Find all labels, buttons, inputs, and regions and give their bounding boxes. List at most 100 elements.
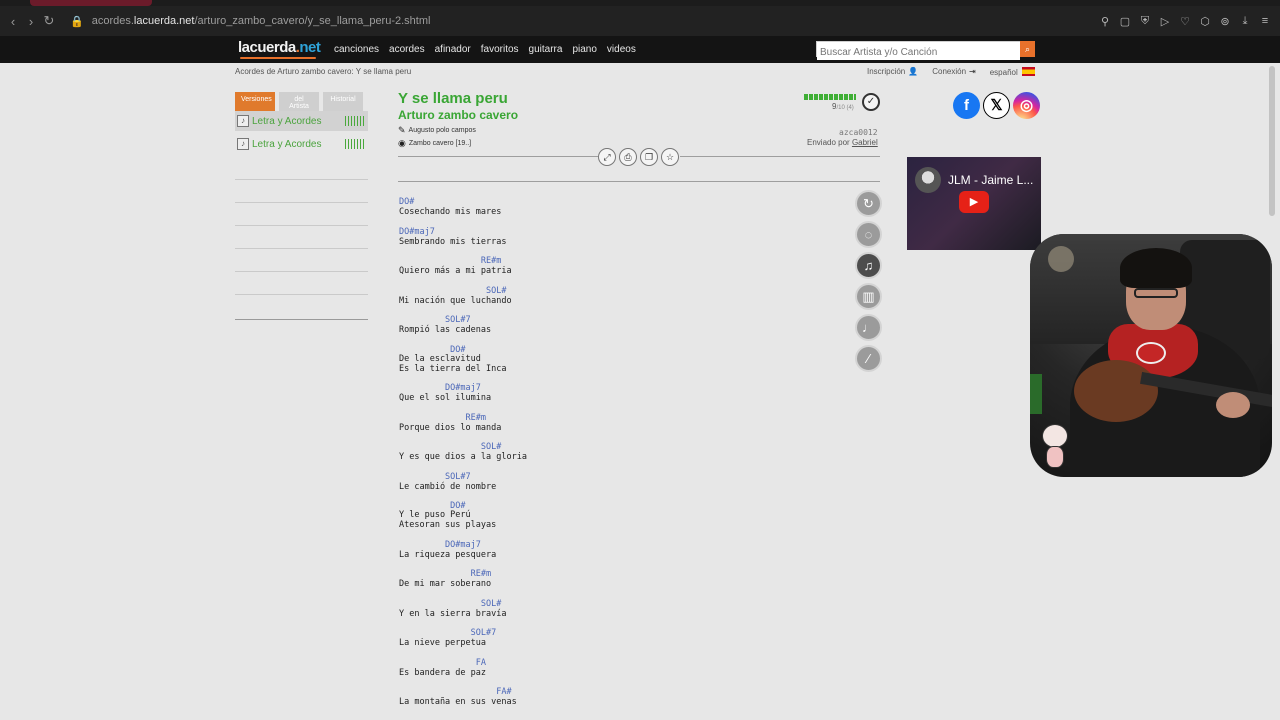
favorite-star-icon[interactable]: ☆ bbox=[661, 148, 679, 166]
login-link[interactable]: Conexión ⇥ bbox=[932, 67, 976, 77]
chord-line[interactable]: DO#maj7 bbox=[399, 227, 527, 237]
chord-line[interactable]: SOL# bbox=[399, 442, 527, 452]
spain-flag-icon bbox=[1021, 67, 1035, 76]
profile-icon[interactable]: ⊚ bbox=[1218, 15, 1232, 28]
song-title: Y se llama peru bbox=[398, 90, 508, 107]
url-domain: lacuerda.net bbox=[133, 15, 195, 27]
sent-by-user-link[interactable]: Gabriel bbox=[852, 138, 878, 147]
chord-line[interactable]: DO# bbox=[399, 197, 527, 207]
nav-videos[interactable]: videos bbox=[607, 44, 636, 55]
sidebar-divider bbox=[235, 179, 368, 180]
content-divider bbox=[398, 181, 880, 182]
chord-line[interactable]: DO#maj7 bbox=[399, 383, 527, 393]
fullscreen-icon[interactable]: ⤢ bbox=[598, 148, 616, 166]
nav-guitarra[interactable]: guitarra bbox=[529, 44, 563, 55]
nav-afinador[interactable]: afinador bbox=[435, 44, 471, 55]
search-button[interactable]: ⌕ bbox=[1020, 41, 1035, 57]
chord-line[interactable]: SOL# bbox=[399, 286, 527, 296]
lyric-line: La montaña en sus venas bbox=[399, 697, 517, 707]
piano-button[interactable]: ▥ bbox=[855, 283, 882, 310]
send-icon[interactable]: ▷ bbox=[1158, 15, 1172, 28]
facebook-icon[interactable]: f bbox=[953, 92, 980, 119]
copy-icon[interactable]: ❐ bbox=[640, 148, 658, 166]
address-bar[interactable]: acordes.lacuerda.net/arturo_zambo_cavero… bbox=[92, 15, 431, 27]
ukulele-button[interactable]: ♩ bbox=[855, 314, 882, 341]
webcam-led bbox=[1030, 374, 1042, 414]
nav-favoritos[interactable]: favoritos bbox=[481, 44, 519, 55]
print-icon[interactable]: ⎙ bbox=[619, 148, 637, 166]
page-scrollbar[interactable] bbox=[1269, 66, 1275, 216]
logo-net: net bbox=[299, 39, 321, 56]
lyric-line: De la esclavitud bbox=[399, 353, 481, 364]
verified-check-icon[interactable]: ✓ bbox=[862, 93, 880, 111]
song-artist[interactable]: Arturo zambo cavero bbox=[398, 108, 518, 122]
signup-link[interactable]: Inscripción 👤 bbox=[867, 67, 918, 77]
shield-icon[interactable]: ⛨ bbox=[1138, 15, 1152, 28]
lock-icon[interactable]: 🔒 bbox=[70, 15, 84, 28]
language-selector[interactable]: español bbox=[990, 67, 1035, 77]
rating-stars[interactable] bbox=[804, 94, 856, 100]
chord-line[interactable]: RE#m bbox=[399, 569, 527, 579]
webcam-guitar-body bbox=[1074, 360, 1158, 422]
play-icon[interactable]: ▶ bbox=[959, 191, 989, 213]
guitar-button[interactable]: ♫ bbox=[855, 252, 882, 279]
forward-icon[interactable]: › bbox=[22, 14, 40, 29]
rating-detail: /10 (4) bbox=[836, 105, 854, 111]
extensions-icon[interactable]: ⬡ bbox=[1198, 15, 1212, 28]
main-nav: canciones acordes afinador favoritos gui… bbox=[334, 44, 636, 55]
signup-label: Inscripción bbox=[867, 67, 906, 76]
site-logo[interactable]: lacuerda.net bbox=[238, 39, 321, 56]
instagram-icon[interactable]: ◎ bbox=[1013, 92, 1040, 119]
chord-line[interactable]: DO#maj7 bbox=[399, 540, 527, 550]
logo-underline bbox=[240, 57, 316, 59]
breadcrumb[interactable]: Acordes de Arturo zambo cavero: Y se lla… bbox=[235, 67, 411, 76]
channel-avatar bbox=[915, 167, 941, 193]
chord-line[interactable]: RE#m bbox=[399, 256, 527, 266]
hide-chords-button[interactable]: ◌ bbox=[855, 221, 882, 248]
back-icon[interactable]: ‹ bbox=[4, 14, 22, 29]
reset-icon: ↻ bbox=[863, 196, 874, 211]
sticker-head bbox=[1042, 424, 1068, 448]
performer-credit[interactable]: ◉ Zambo cavero [19..] bbox=[398, 138, 471, 149]
lyric-line: Quiero más a mi patria bbox=[399, 266, 512, 276]
search-input[interactable] bbox=[817, 45, 1020, 60]
version-item[interactable]: ♪ Letra y Acordes bbox=[235, 111, 368, 131]
reset-button[interactable]: ↻ bbox=[855, 190, 882, 217]
header-divider bbox=[680, 156, 880, 157]
chord-line[interactable]: DO# bbox=[399, 345, 527, 355]
chord-line[interactable]: FA bbox=[399, 658, 527, 668]
browser-toolbar: ‹ › ↻ 🔒 acordes.lacuerda.net/arturo_zamb… bbox=[0, 6, 1280, 36]
heart-icon[interactable]: ♡ bbox=[1178, 15, 1192, 28]
download-icon[interactable]: ⤓ bbox=[1238, 15, 1252, 28]
chord-line[interactable]: SOL#7 bbox=[399, 628, 527, 638]
chord-line[interactable]: RE#m bbox=[399, 413, 527, 423]
version-label: Letra y Acordes bbox=[252, 138, 322, 150]
video-embed[interactable]: JLM - Jaime L... ▶ bbox=[907, 157, 1041, 250]
composer-credit[interactable]: ✎ Augusto polo campos bbox=[398, 125, 476, 136]
version-item[interactable]: ♪ Letra y Acordes bbox=[235, 134, 368, 154]
chord-line[interactable]: SOL#7 bbox=[399, 472, 527, 482]
lyric-line: Y en la sierra bravía bbox=[399, 608, 507, 619]
chord-line[interactable]: FA# bbox=[399, 687, 527, 697]
webcam-lamp bbox=[1048, 246, 1074, 272]
url-prefix: acordes. bbox=[91, 15, 134, 27]
x-twitter-icon[interactable]: 𝕏 bbox=[983, 92, 1010, 119]
lyric-line: La nieve perpetua bbox=[399, 638, 486, 648]
menu-icon[interactable]: ≡ bbox=[1258, 15, 1272, 27]
song-code: azca0012 bbox=[839, 128, 878, 137]
pin-icon[interactable]: ⚲ bbox=[1098, 15, 1112, 28]
nav-acordes[interactable]: acordes bbox=[389, 44, 425, 55]
chord-line[interactable]: SOL#7 bbox=[399, 315, 527, 325]
nav-canciones[interactable]: canciones bbox=[334, 44, 379, 55]
nav-piano[interactable]: piano bbox=[572, 44, 596, 55]
bass-button[interactable]: ⁄ bbox=[855, 345, 882, 372]
lyric-line: De mi mar soberano bbox=[399, 579, 492, 589]
chord-line[interactable]: SOL# bbox=[399, 599, 527, 609]
lyric-line: Y le puso Perú bbox=[399, 510, 471, 520]
tab-icon[interactable]: ▢ bbox=[1118, 15, 1132, 28]
reload-icon[interactable]: ↻ bbox=[40, 13, 58, 29]
